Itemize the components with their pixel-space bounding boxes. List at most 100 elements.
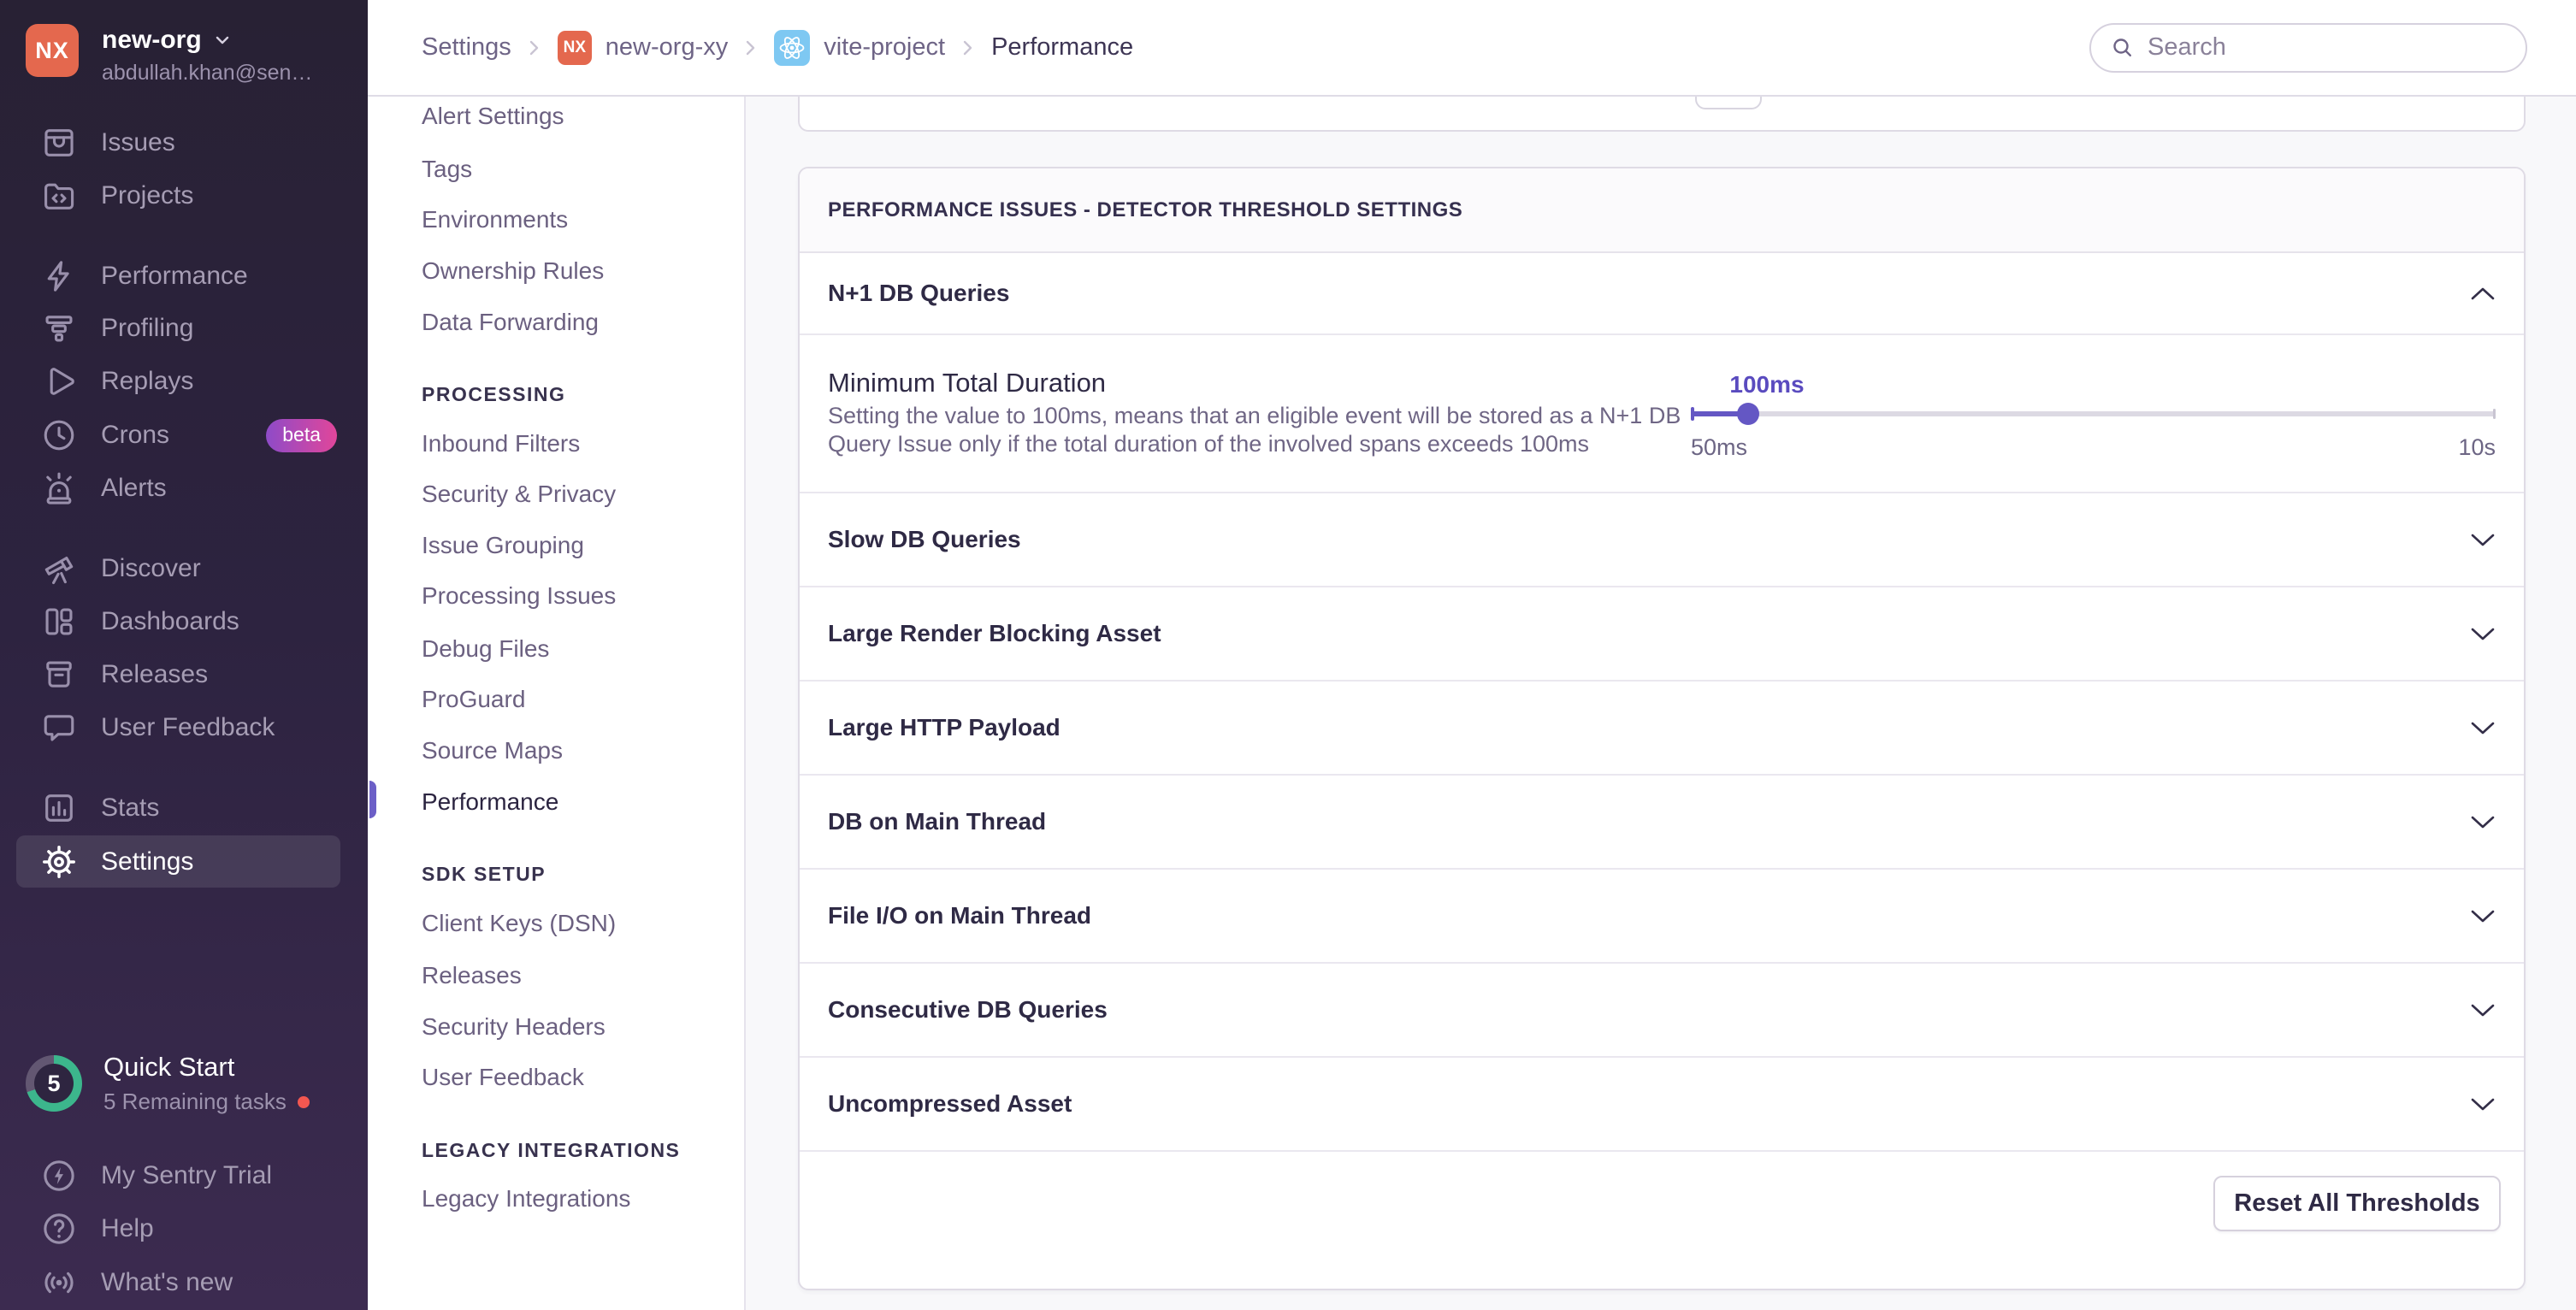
subnav-item-processing-issues[interactable]: Processing Issues	[422, 583, 616, 609]
breadcrumb-org[interactable]: NX new-org-xy	[558, 31, 728, 65]
subnav-item-alert-settings[interactable]: Alert Settings	[422, 103, 564, 129]
subnav-item-ownership-rules[interactable]: Ownership Rules	[422, 258, 604, 284]
subnav-item-user-feedback[interactable]: User Feedback	[422, 1065, 584, 1090]
accordion-row-uncompressed-asset[interactable]: Uncompressed Asset	[800, 1058, 2524, 1152]
accordion-row-consecutive-db-queries[interactable]: Consecutive DB Queries	[800, 964, 2524, 1058]
accordion-row-n-plus-one[interactable]: N+1 DB Queries	[800, 253, 2524, 335]
subnav-item-client-keys[interactable]: Client Keys (DSN)	[422, 911, 616, 936]
accordion-row-slow-db-queries[interactable]: Slow DB Queries	[800, 493, 2524, 587]
scrolled-card-partial	[798, 97, 2526, 132]
subnav-item-legacy-integrations[interactable]: Legacy Integrations	[422, 1186, 630, 1212]
chevron-up-icon	[2470, 286, 2496, 301]
sidebar-item-replays[interactable]: Replays	[39, 355, 337, 408]
sidebar-item-whats-new[interactable]: What's new	[39, 1259, 337, 1307]
main-content: PERFORMANCE ISSUES - DETECTOR THRESHOLD …	[746, 97, 2576, 1310]
search-input[interactable]	[2148, 33, 2507, 62]
subnav-item-security-privacy[interactable]: Security & Privacy	[422, 481, 616, 507]
subnav-item-releases[interactable]: Releases	[422, 963, 522, 988]
sidebar-item-projects[interactable]: Projects	[39, 169, 337, 222]
chevron-right-icon	[961, 37, 975, 59]
chevron-down-icon	[212, 30, 233, 50]
archive-box-icon	[39, 655, 79, 694]
slider-max-label: 10s	[2458, 434, 2496, 461]
slider-end-tick	[2493, 409, 2496, 419]
breadcrumb-settings[interactable]: Settings	[422, 33, 511, 62]
accordion-row-db-on-main-thread[interactable]: DB on Main Thread	[800, 776, 2524, 870]
top-bar: Settings NX new-org-xy vite-project Perf…	[368, 0, 2576, 97]
sidebar-item-releases[interactable]: Releases	[39, 648, 337, 701]
sidebar-item-label: Projects	[101, 181, 193, 210]
subnav-item-data-forwarding[interactable]: Data Forwarding	[422, 310, 599, 335]
slider-thumb[interactable]	[1737, 403, 1759, 425]
subnav-item-proguard[interactable]: ProGuard	[422, 687, 525, 712]
org-name: new-org	[102, 26, 202, 55]
threshold-setting-section: Minimum Total Duration Setting the value…	[800, 335, 2524, 493]
subnav-item-source-maps[interactable]: Source Maps	[422, 738, 563, 764]
sidebar-item-label: User Feedback	[101, 713, 275, 742]
sidebar-item-label: Help	[101, 1214, 154, 1243]
sidebar-item-profiling[interactable]: Profiling	[39, 302, 337, 355]
sidebar-item-dashboards[interactable]: Dashboards	[39, 595, 337, 648]
sidebar-item-label: Performance	[101, 262, 248, 291]
chevron-down-icon	[2470, 627, 2496, 641]
sidebar-item-stats[interactable]: Stats	[39, 782, 337, 835]
lightning-icon	[39, 257, 79, 296]
sidebar-item-label: Dashboards	[101, 607, 239, 636]
chevron-right-icon	[744, 37, 758, 59]
breadcrumb-project[interactable]: vite-project	[774, 30, 945, 66]
gear-icon	[39, 842, 79, 882]
sidebar-item-label: Crons	[101, 421, 169, 450]
breadcrumb: Settings NX new-org-xy vite-project Perf…	[422, 30, 1133, 66]
sidebar-item-label: Profiling	[101, 314, 193, 343]
org-avatar: NX	[26, 24, 79, 77]
accordion-row-file-io-on-main-thread[interactable]: File I/O on Main Thread	[800, 870, 2524, 964]
sidebar-item-user-feedback[interactable]: User Feedback	[39, 701, 337, 754]
sidebar-item-alerts[interactable]: Alerts	[39, 462, 337, 515]
active-item-indicator	[369, 781, 376, 818]
slider-track[interactable]	[1691, 411, 2496, 416]
accordion-row-label: Uncompressed Asset	[828, 1090, 1072, 1118]
quick-start[interactable]: 5 Quick Start 5 Remaining tasks	[26, 1052, 310, 1115]
slider-current-value: 100ms	[1729, 371, 1804, 398]
chevron-down-icon	[2470, 721, 2496, 735]
org-switcher[interactable]: NX new-org abdullah.khan@sen…	[26, 24, 312, 86]
subnav-item-tags[interactable]: Tags	[422, 156, 472, 182]
chevron-down-icon	[2470, 1003, 2496, 1018]
chevron-right-icon	[528, 37, 541, 59]
slider-min-label: 50ms	[1691, 434, 1747, 461]
react-platform-icon	[774, 30, 810, 66]
beta-badge: beta	[266, 419, 337, 452]
reset-all-thresholds-button[interactable]: Reset All Thresholds	[2213, 1176, 2501, 1231]
accordion-row-label: Large HTTP Payload	[828, 714, 1061, 741]
quick-start-progress-ring: 5	[26, 1055, 82, 1112]
scrolled-control-partial	[1695, 97, 1762, 109]
duration-slider: 100ms 50ms 10s	[1691, 335, 2496, 492]
accordion-row-large-http-payload[interactable]: Large HTTP Payload	[800, 682, 2524, 776]
search-box[interactable]	[2089, 23, 2527, 73]
chevron-down-icon	[2470, 815, 2496, 829]
issues-icon	[39, 123, 79, 162]
sidebar-item-issues[interactable]: Issues	[39, 116, 337, 169]
quick-start-subtitle: 5 Remaining tasks	[103, 1089, 287, 1115]
settings-subnav: Alert Settings Tags Environments Ownersh…	[368, 97, 746, 1310]
subnav-item-security-headers[interactable]: Security Headers	[422, 1014, 606, 1040]
search-icon	[2110, 35, 2136, 61]
sidebar-item-crons[interactable]: Crons beta	[39, 409, 337, 462]
sidebar-item-my-sentry-trial[interactable]: My Sentry Trial	[39, 1152, 337, 1200]
accordion-row-label: N+1 DB Queries	[828, 280, 1009, 307]
sidebar-item-settings[interactable]: Settings	[39, 835, 337, 888]
subnav-item-inbound-filters[interactable]: Inbound Filters	[422, 431, 580, 457]
bar-chart-icon	[39, 788, 79, 828]
accordion-row-large-render-blocking-asset[interactable]: Large Render Blocking Asset	[800, 587, 2524, 682]
subnav-item-environments[interactable]: Environments	[422, 207, 568, 233]
subnav-item-debug-files[interactable]: Debug Files	[422, 636, 549, 662]
notification-dot	[298, 1096, 310, 1108]
sidebar-item-discover[interactable]: Discover	[39, 542, 337, 595]
help-icon	[39, 1209, 79, 1248]
subnav-item-performance[interactable]: Performance	[422, 789, 558, 815]
sidebar-item-performance[interactable]: Performance	[39, 250, 337, 303]
sidebar-item-label: Issues	[101, 128, 175, 157]
chevron-down-icon	[2470, 1097, 2496, 1112]
subnav-item-issue-grouping[interactable]: Issue Grouping	[422, 533, 584, 558]
sidebar-item-help[interactable]: Help	[39, 1205, 337, 1253]
